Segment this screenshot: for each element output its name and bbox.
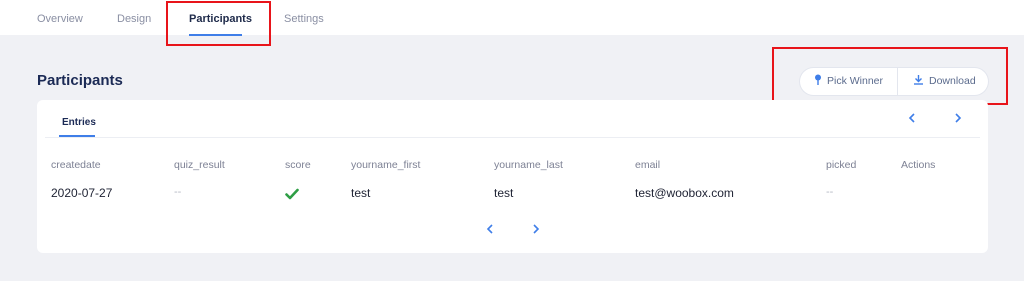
pick-winner-label: Pick Winner <box>827 75 884 87</box>
page-title: Participants <box>37 72 123 89</box>
column-header-quiz-result[interactable]: quiz_result <box>174 159 225 171</box>
pager-next-top-icon[interactable] <box>951 111 965 125</box>
cell-quiz-result: -- <box>174 186 182 198</box>
tab-entries[interactable]: Entries <box>62 117 96 128</box>
column-header-picked[interactable]: picked <box>826 159 856 171</box>
pin-icon <box>815 74 821 85</box>
column-header-email[interactable]: email <box>635 159 660 171</box>
column-header-actions: Actions <box>901 159 936 171</box>
download-label: Download <box>929 75 976 87</box>
cell-createdate: 2020-07-27 <box>51 186 113 200</box>
card-divider <box>45 137 980 138</box>
cell-picked: -- <box>826 186 834 198</box>
download-button[interactable]: Download <box>913 68 976 95</box>
pick-winner-button[interactable]: Pick Winner <box>814 68 883 95</box>
action-divider <box>897 68 898 95</box>
cell-yourname-first: test <box>351 186 371 200</box>
entries-card: Entries createdate quiz_result score you… <box>37 100 988 253</box>
pager-next-bottom-icon[interactable] <box>529 222 543 236</box>
tab-design[interactable]: Design <box>117 13 151 25</box>
pager-prev-bottom-icon[interactable] <box>483 222 497 236</box>
column-header-score[interactable]: score <box>285 159 311 171</box>
cell-yourname-last: test <box>494 186 514 200</box>
tab-settings[interactable]: Settings <box>284 13 324 25</box>
action-button-group: Pick Winner Download <box>800 68 988 95</box>
column-header-yourname-last[interactable]: yourname_last <box>494 159 563 171</box>
column-header-createdate[interactable]: createdate <box>51 159 101 171</box>
column-header-yourname-first[interactable]: yourname_first <box>351 159 420 171</box>
check-icon <box>285 188 299 200</box>
top-navigation: Overview Design Participants Settings <box>0 0 1024 36</box>
cell-email: test@woobox.com <box>635 186 734 200</box>
download-icon <box>914 75 923 85</box>
tab-overview[interactable]: Overview <box>37 13 83 25</box>
highlight-box-participants-tab <box>166 1 271 46</box>
pager-prev-top-icon[interactable] <box>905 111 919 125</box>
